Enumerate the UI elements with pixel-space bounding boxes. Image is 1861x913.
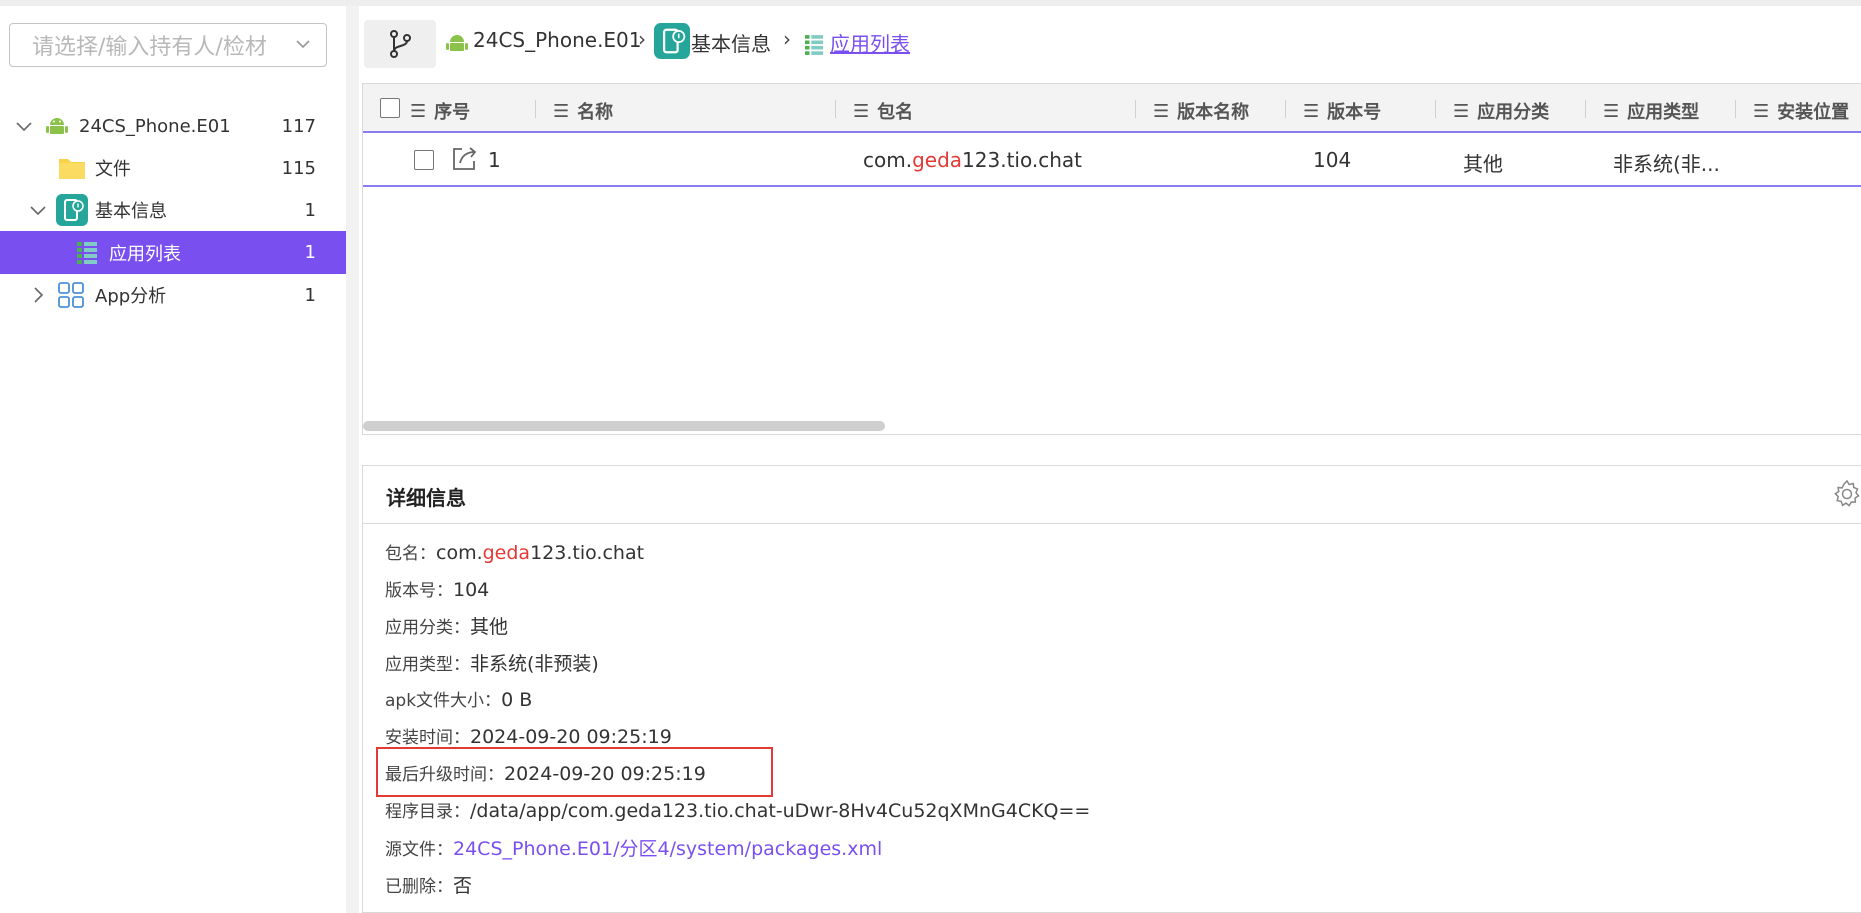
column-header-package[interactable]: ☰ 包名 [853,98,913,124]
tree-item-count: 1 [304,284,316,306]
owner-select[interactable]: 请选择/输入持有人/检材 [9,23,327,67]
tree-item-basic-info[interactable]: 基本信息 1 [0,189,346,231]
list-icon: ☰ [410,100,427,122]
highlight-box [376,747,773,797]
source-file-link[interactable]: 24CS_Phone.E01/分区4/system/packages.xml [453,838,882,860]
tree-item-label: App分析 [95,286,167,307]
breadcrumb-separator: › [783,27,791,51]
details-header: 详细信息 [363,466,1861,524]
column-separator[interactable] [535,100,536,118]
column-separator[interactable] [1285,100,1286,118]
horizontal-scrollbar[interactable] [363,421,885,431]
tree-item-device[interactable]: 24CS_Phone.E01 117 [0,105,346,147]
tree-item-count: 115 [281,157,316,179]
breadcrumb-separator: › [638,27,646,51]
chevron-down-icon[interactable] [28,200,48,220]
breadcrumb-device[interactable]: 24CS_Phone.E01 [473,28,642,52]
column-separator[interactable] [1435,100,1436,118]
cell-index: 1 [488,148,501,172]
tree-item-files[interactable]: 文件 115 [0,147,346,189]
list-icon: ☰ [1753,100,1770,122]
owner-select-placeholder: 请选择/输入持有人/检材 [32,35,267,60]
list-icon: ☰ [553,100,570,122]
tree-item-count: 1 [304,199,316,221]
chevron-right-icon[interactable] [28,285,48,305]
column-header-version-name[interactable]: ☰ 版本名称 [1153,98,1249,124]
phone-info-icon [654,23,690,59]
list-icon: ☰ [1453,100,1470,122]
row-checkbox[interactable] [414,150,434,170]
breadcrumb-app-list[interactable]: 应用列表 [830,28,910,57]
column-separator[interactable] [835,100,836,118]
select-all-checkbox[interactable] [380,98,400,118]
list-icon: ☰ [1603,100,1620,122]
tree-item-app-analysis[interactable]: App分析 1 [0,274,346,316]
tree-item-app-list[interactable]: 应用列表 1 [0,231,346,274]
table-row[interactable]: 1 com.geda123.tio.chat 104 其他 非系统(非... [363,133,1861,187]
detail-type: 应用类型：非系统(非预装) [385,653,599,675]
app-list-icon [805,35,823,55]
cell-version-code: 104 [1313,148,1352,172]
sidebar-divider[interactable] [346,6,359,913]
grid-icon [58,282,84,308]
column-header-install-location[interactable]: ☰ 安装位置 [1753,98,1849,124]
android-icon [446,35,468,51]
column-header-index[interactable]: ☰ 序号 [410,98,470,124]
breadcrumb-basic-info[interactable]: 基本信息 [691,28,771,57]
app-list-icon [77,242,97,264]
chevron-down-icon[interactable] [14,116,34,136]
tree-item-count: 1 [304,242,316,263]
list-icon: ☰ [1303,100,1320,122]
cell-category: 其他 [1463,152,1503,176]
tree-item-label: 基本信息 [95,201,167,222]
column-header-category[interactable]: ☰ 应用分类 [1453,98,1549,124]
column-separator[interactable] [1735,100,1736,118]
phone-info-icon [56,194,88,226]
tree-item-count: 117 [281,115,316,137]
detail-source-file: 源文件：24CS_Phone.E01/分区4/system/packages.x… [385,838,883,860]
branch-icon [390,30,411,58]
list-icon: ☰ [853,100,870,122]
details-title: 详细信息 [386,486,466,510]
column-header-name[interactable]: ☰ 名称 [553,98,613,124]
table-header: ☰ 序号 ☰ 名称 ☰ 包名 ☰ 版本名称 ☰ 版本号 ☰ 应用分类 ☰ 应用类型 ☰ 安装位置 [363,84,1861,133]
column-separator[interactable] [1135,100,1136,118]
detail-version-code: 版本号：104 [385,579,490,601]
detail-category: 应用分类：其他 [385,616,509,638]
tree-item-label: 24CS_Phone.E01 [79,115,231,137]
column-separator[interactable] [1585,100,1586,118]
gear-icon[interactable] [1832,479,1861,509]
branch-button[interactable] [364,20,436,68]
detail-package: 包名：com.geda123.tio.chat [385,542,645,564]
column-header-type[interactable]: ☰ 应用类型 [1603,98,1699,124]
column-header-version-code[interactable]: ☰ 版本号 [1303,98,1381,124]
open-external-icon[interactable] [450,145,478,173]
detail-apk-size: apk文件大小：0 B [385,689,533,711]
cell-package: com.geda123.tio.chat [863,148,1082,172]
android-icon [46,118,68,134]
detail-install-time: 安装时间：2024-09-20 09:25:19 [385,726,672,748]
detail-deleted: 已删除：否 [385,875,473,897]
app-table: ☰ 序号 ☰ 名称 ☰ 包名 ☰ 版本名称 ☰ 版本号 ☰ 应用分类 ☰ 应用类型 ☰ 安装位置… [362,83,1861,435]
cell-type: 非系统(非... [1613,152,1720,176]
detail-program-dir: 程序目录：/data/app/com.geda123.tio.chat-uDwr… [385,800,1091,822]
tree-item-label: 应用列表 [109,243,181,265]
list-icon: ☰ [1153,100,1170,122]
chevron-down-icon [296,40,310,49]
tree-item-label: 文件 [95,159,131,180]
folder-icon [59,159,85,179]
